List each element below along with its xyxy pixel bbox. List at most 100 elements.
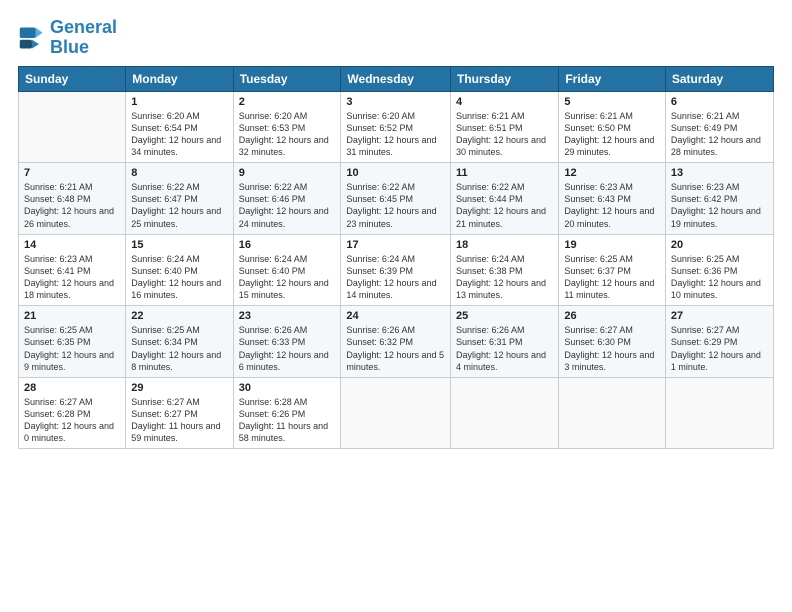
day-cell: 14 Sunrise: 6:23 AMSunset: 6:41 PMDayligh…: [19, 234, 126, 306]
day-info: Sunrise: 6:26 AMSunset: 6:31 PMDaylight:…: [456, 324, 553, 373]
page: General Blue SundayMondayTuesdayWednesda…: [0, 0, 792, 612]
day-info: Sunrise: 6:24 AMSunset: 6:39 PMDaylight:…: [346, 253, 445, 302]
header-day-thursday: Thursday: [451, 66, 559, 91]
logo: General Blue: [18, 18, 117, 58]
day-cell: 18Sunrise: 6:24 AMSunset: 6:38 PMDayligh…: [451, 234, 559, 306]
day-number: 12: [564, 167, 660, 179]
day-number: 5: [564, 96, 660, 108]
day-cell: 27Sunrise: 6:27 AMSunset: 6:29 PMDayligh…: [665, 306, 773, 378]
day-number: 11: [456, 167, 553, 179]
day-cell: 10 Sunrise: 6:22 AMSunset: 6:45 PMDayligh…: [341, 163, 451, 235]
day-number: 17: [346, 239, 445, 251]
day-number: 3: [346, 96, 445, 108]
day-number: 29: [131, 382, 227, 394]
week-row-5: 28 Sunrise: 6:27 AMSunset: 6:28 PMDayligh…: [19, 377, 774, 449]
day-info: Sunrise: 6:27 AMSunset: 6:27 PMDaylight:…: [131, 396, 227, 445]
day-info: Sunrise: 6:25 AMSunset: 6:36 PMDaylight:…: [671, 253, 768, 302]
day-info: Sunrise: 6:21 AMSunset: 6:50 PMDaylight:…: [564, 110, 660, 159]
week-row-4: 21 Sunrise: 6:25 AMSunset: 6:35 PMDayligh…: [19, 306, 774, 378]
day-info: Sunrise: 6:22 AMSunset: 6:46 PMDaylight:…: [239, 181, 336, 230]
day-cell: 5 Sunrise: 6:21 AMSunset: 6:50 PMDaylight…: [559, 91, 666, 163]
day-info: Sunrise: 6:20 AMSunset: 6:52 PMDaylight:…: [346, 110, 445, 159]
week-row-3: 14 Sunrise: 6:23 AMSunset: 6:41 PMDayligh…: [19, 234, 774, 306]
day-cell: 25Sunrise: 6:26 AMSunset: 6:31 PMDayligh…: [451, 306, 559, 378]
day-info: Sunrise: 6:25 AMSunset: 6:37 PMDaylight:…: [564, 253, 660, 302]
day-cell: 16Sunrise: 6:24 AMSunset: 6:40 PMDayligh…: [233, 234, 341, 306]
header-day-friday: Friday: [559, 66, 666, 91]
day-cell: [451, 377, 559, 449]
day-number: 28: [24, 382, 120, 394]
header-day-tuesday: Tuesday: [233, 66, 341, 91]
day-cell: 1 Sunrise: 6:20 AMSunset: 6:54 PMDaylight…: [126, 91, 233, 163]
day-cell: 6Sunrise: 6:21 AMSunset: 6:49 PMDaylight…: [665, 91, 773, 163]
day-cell: 22 Sunrise: 6:25 AMSunset: 6:34 PMDayligh…: [126, 306, 233, 378]
day-number: 19: [564, 239, 660, 251]
day-cell: 2 Sunrise: 6:20 AMSunset: 6:53 PMDaylight…: [233, 91, 341, 163]
day-number: 18: [456, 239, 553, 251]
day-number: 20: [671, 239, 768, 251]
week-row-2: 7Sunrise: 6:21 AMSunset: 6:48 PMDaylight…: [19, 163, 774, 235]
day-info: Sunrise: 6:22 AMSunset: 6:47 PMDaylight:…: [131, 181, 227, 230]
day-cell: [19, 91, 126, 163]
day-cell: 26Sunrise: 6:27 AMSunset: 6:30 PMDayligh…: [559, 306, 666, 378]
day-info: Sunrise: 6:22 AMSunset: 6:45 PMDaylight:…: [346, 181, 445, 230]
day-info: Sunrise: 6:21 AMSunset: 6:49 PMDaylight:…: [671, 110, 768, 159]
day-number: 30: [239, 382, 336, 394]
day-number: 14: [24, 239, 120, 251]
day-number: 22: [131, 310, 227, 322]
day-number: 26: [564, 310, 660, 322]
day-info: Sunrise: 6:26 AMSunset: 6:33 PMDaylight:…: [239, 324, 336, 373]
day-info: Sunrise: 6:27 AMSunset: 6:28 PMDaylight:…: [24, 396, 120, 445]
day-info: Sunrise: 6:24 AMSunset: 6:40 PMDaylight:…: [131, 253, 227, 302]
day-cell: [665, 377, 773, 449]
day-cell: 13 Sunrise: 6:23 AMSunset: 6:42 PMDayligh…: [665, 163, 773, 235]
day-info: Sunrise: 6:22 AMSunset: 6:44 PMDaylight:…: [456, 181, 553, 230]
day-cell: 29 Sunrise: 6:27 AMSunset: 6:27 PMDayligh…: [126, 377, 233, 449]
day-cell: 11 Sunrise: 6:22 AMSunset: 6:44 PMDayligh…: [451, 163, 559, 235]
day-cell: 15 Sunrise: 6:24 AMSunset: 6:40 PMDayligh…: [126, 234, 233, 306]
day-info: Sunrise: 6:20 AMSunset: 6:54 PMDaylight:…: [131, 110, 227, 159]
day-info: Sunrise: 6:21 AMSunset: 6:48 PMDaylight:…: [24, 181, 120, 230]
day-cell: 21 Sunrise: 6:25 AMSunset: 6:35 PMDayligh…: [19, 306, 126, 378]
logo-icon: [18, 24, 46, 52]
day-cell: 3 Sunrise: 6:20 AMSunset: 6:52 PMDaylight…: [341, 91, 451, 163]
day-cell: 12Sunrise: 6:23 AMSunset: 6:43 PMDayligh…: [559, 163, 666, 235]
header-day-wednesday: Wednesday: [341, 66, 451, 91]
day-info: Sunrise: 6:28 AMSunset: 6:26 PMDaylight:…: [239, 396, 336, 445]
day-number: 1: [131, 96, 227, 108]
day-number: 23: [239, 310, 336, 322]
day-number: 13: [671, 167, 768, 179]
day-cell: 4 Sunrise: 6:21 AMSunset: 6:51 PMDaylight…: [451, 91, 559, 163]
day-cell: [559, 377, 666, 449]
day-cell: 7Sunrise: 6:21 AMSunset: 6:48 PMDaylight…: [19, 163, 126, 235]
day-cell: 30 Sunrise: 6:28 AMSunset: 6:26 PMDayligh…: [233, 377, 341, 449]
day-number: 27: [671, 310, 768, 322]
calendar-header-row: SundayMondayTuesdayWednesdayThursdayFrid…: [19, 66, 774, 91]
day-cell: 9 Sunrise: 6:22 AMSunset: 6:46 PMDaylight…: [233, 163, 341, 235]
day-number: 4: [456, 96, 553, 108]
logo-line2: Blue: [50, 38, 117, 58]
day-number: 21: [24, 310, 120, 322]
day-cell: [341, 377, 451, 449]
logo-line1: General: [50, 18, 117, 38]
day-cell: 23 Sunrise: 6:26 AMSunset: 6:33 PMDayligh…: [233, 306, 341, 378]
day-number: 16: [239, 239, 336, 251]
day-cell: 19 Sunrise: 6:25 AMSunset: 6:37 PMDayligh…: [559, 234, 666, 306]
day-info: Sunrise: 6:25 AMSunset: 6:35 PMDaylight:…: [24, 324, 120, 373]
day-number: 10: [346, 167, 445, 179]
header-day-monday: Monday: [126, 66, 233, 91]
day-number: 24: [346, 310, 445, 322]
week-row-1: 1 Sunrise: 6:20 AMSunset: 6:54 PMDaylight…: [19, 91, 774, 163]
day-info: Sunrise: 6:21 AMSunset: 6:51 PMDaylight:…: [456, 110, 553, 159]
day-cell: 24 Sunrise: 6:26 AMSunset: 6:32 PMDayligh…: [341, 306, 451, 378]
day-number: 9: [239, 167, 336, 179]
day-cell: 20 Sunrise: 6:25 AMSunset: 6:36 PMDayligh…: [665, 234, 773, 306]
day-info: Sunrise: 6:23 AMSunset: 6:41 PMDaylight:…: [24, 253, 120, 302]
day-number: 15: [131, 239, 227, 251]
day-info: Sunrise: 6:20 AMSunset: 6:53 PMDaylight:…: [239, 110, 336, 159]
day-number: 2: [239, 96, 336, 108]
day-info: Sunrise: 6:26 AMSunset: 6:32 PMDaylight:…: [346, 324, 445, 373]
day-info: Sunrise: 6:25 AMSunset: 6:34 PMDaylight:…: [131, 324, 227, 373]
header: General Blue: [18, 18, 774, 58]
day-info: Sunrise: 6:23 AMSunset: 6:42 PMDaylight:…: [671, 181, 768, 230]
